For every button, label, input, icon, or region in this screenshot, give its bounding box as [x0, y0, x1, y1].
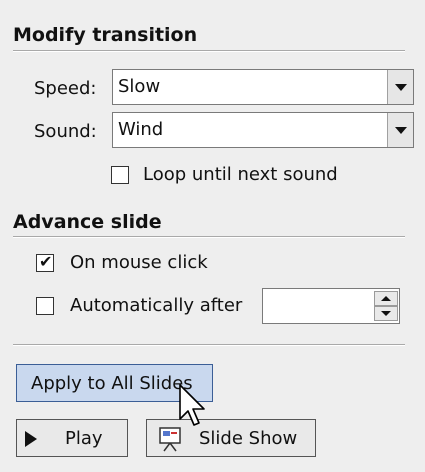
on-mouse-click-checkbox[interactable]: ✔ — [36, 252, 54, 272]
loop-checkbox[interactable] — [111, 166, 129, 184]
loop-label: Loop until next sound — [143, 164, 338, 185]
chevron-down-icon — [395, 84, 407, 91]
chevron-down-icon — [395, 127, 407, 134]
sound-label: Sound: — [34, 121, 97, 142]
slide-transition-panel: Modify transition Speed: Slow Sound: Win… — [0, 0, 425, 472]
spin-up-icon — [381, 296, 391, 301]
modify-transition-title: Modify transition — [13, 24, 198, 46]
on-mouse-click-label: On mouse click — [70, 252, 208, 273]
checkmark-icon: ✔ — [39, 252, 53, 271]
slide-show-button[interactable]: Slide Show — [146, 419, 316, 457]
speed-value: Slow — [118, 76, 161, 97]
spin-up-button[interactable] — [374, 291, 398, 306]
speed-label: Speed: — [34, 78, 97, 99]
mouse-pointer-icon — [179, 384, 205, 426]
speed-dropdown[interactable]: Slow — [112, 69, 414, 105]
automatically-after-label: Automatically after — [70, 295, 243, 316]
spin-down-button[interactable] — [374, 306, 398, 321]
play-icon — [25, 431, 37, 447]
automatically-after-input[interactable] — [262, 288, 400, 324]
slide-show-label: Slide Show — [199, 428, 298, 449]
speed-dropdown-button[interactable] — [387, 70, 413, 104]
apply-to-all-slides-label: Apply to All Slides — [31, 373, 193, 394]
advance-slide-title: Advance slide — [13, 211, 162, 233]
play-label: Play — [65, 428, 103, 449]
section-divider — [13, 236, 405, 238]
automatically-after-checkbox[interactable] — [36, 297, 54, 315]
play-button[interactable]: Play — [16, 419, 128, 457]
sound-dropdown[interactable]: Wind — [112, 112, 414, 148]
sound-dropdown-button[interactable] — [387, 113, 413, 147]
spin-down-icon — [381, 311, 391, 316]
section-divider — [13, 50, 405, 52]
section-divider — [13, 344, 405, 346]
sound-value: Wind — [118, 119, 164, 140]
